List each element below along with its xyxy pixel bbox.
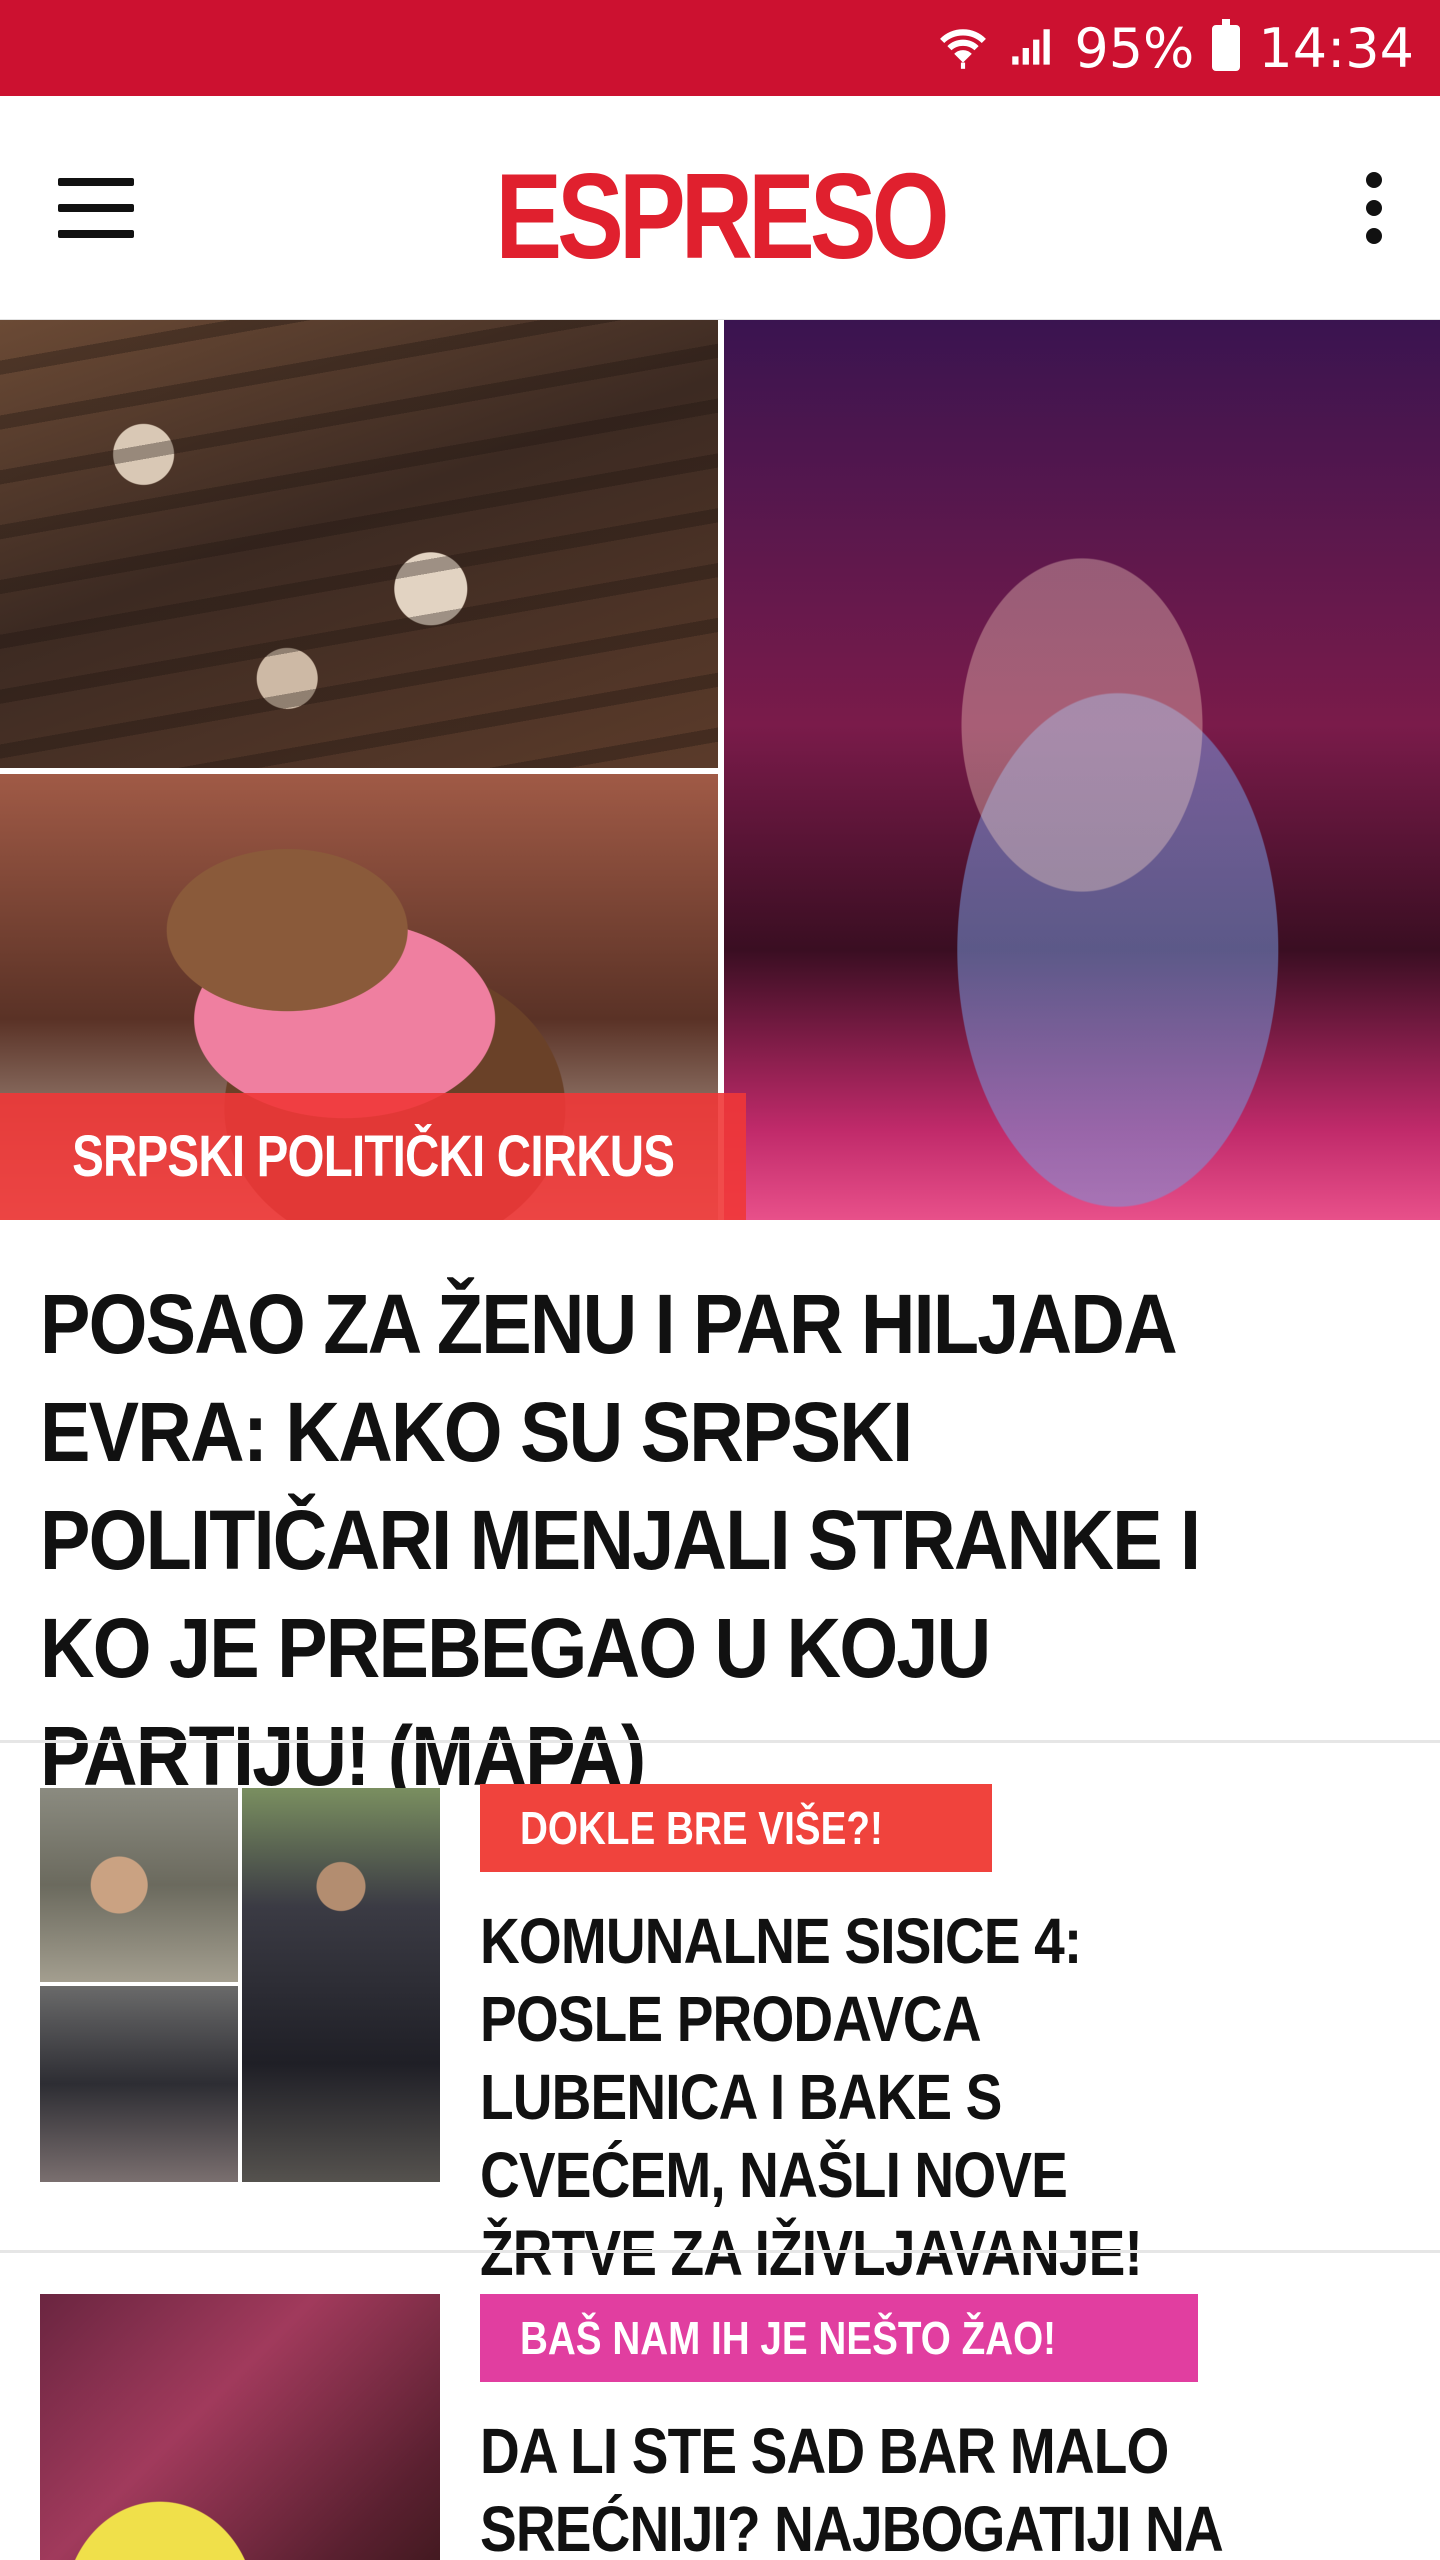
hero-headline[interactable]: POSAO ZA ŽENU I PAR HILJADA EVRA: KAKO S…	[40, 1270, 1264, 1810]
hero-article[interactable]: SRPSKI POLITIČKI CIRKUS	[0, 320, 1440, 1220]
battery-percent: 95%	[1074, 16, 1195, 80]
article-category-tag: DOKLE BRE VIŠE?!	[480, 1784, 992, 1872]
espreso-logo[interactable]: ESPRESO	[130, 146, 1311, 286]
hero-image-circus	[724, 320, 1440, 1220]
battery-icon	[1212, 19, 1241, 71]
article-thumbnail	[40, 1788, 440, 2182]
image-divider	[0, 768, 718, 774]
app-bar: ESPRESO	[0, 96, 1440, 320]
status-bar: 95% 14:34	[0, 0, 1440, 96]
hamburger-menu-icon[interactable]	[58, 178, 134, 238]
hero-image-parliament	[0, 320, 718, 768]
signal-icon	[1006, 23, 1056, 73]
hero-category-tag: SRPSKI POLITIČKI CIRKUS	[0, 1093, 746, 1220]
list-item[interactable]: BAŠ NAM IH JE NEŠTO ŽAO! DA LI STE SAD B…	[0, 2252, 1440, 2560]
more-vert-icon[interactable]	[1354, 172, 1394, 244]
wifi-icon	[938, 23, 988, 73]
image-divider	[718, 320, 724, 1220]
clock: 14:34	[1258, 16, 1414, 80]
article-category-tag: BAŠ NAM IH JE NEŠTO ŽAO!	[480, 2294, 1199, 2382]
list-item[interactable]: DOKLE BRE VIŠE?! KOMUNALNE SISICE 4: POS…	[0, 1742, 1440, 2367]
article-thumbnail	[40, 2294, 440, 2560]
article-title[interactable]: DA LI STE SAD BAR MALO SREĆNIJI? NAJBOGA…	[480, 2412, 1254, 2560]
